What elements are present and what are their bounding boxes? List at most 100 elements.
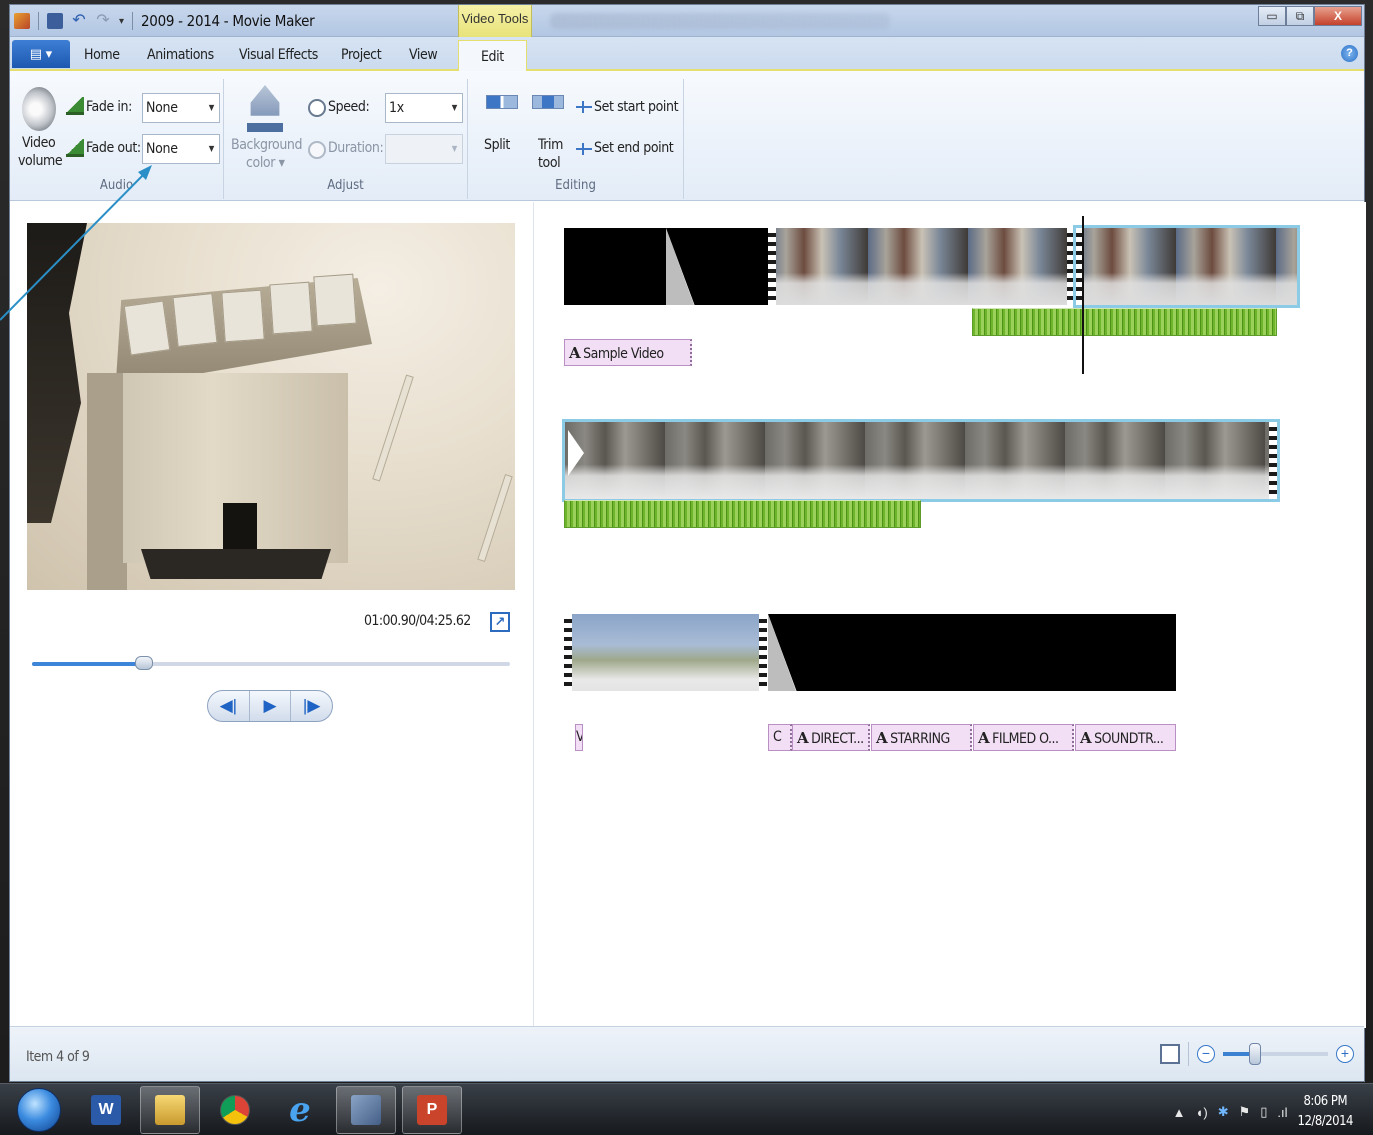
battery-icon[interactable]: ▯ <box>1260 1104 1267 1120</box>
customize-qat-chevron-icon[interactable]: ▾ <box>119 16 124 27</box>
caption-text-icon: A <box>569 344 581 362</box>
help-icon[interactable]: ? <box>1341 45 1358 62</box>
caption-direct[interactable]: A DIRECT... <box>792 724 870 751</box>
seek-bar[interactable] <box>32 656 510 670</box>
duration-dropdown[interactable]: ▼ <box>385 134 463 164</box>
main-area: 01:00.90/04:25.62 ↗ ◀| ▶ |▶ A Sample Vid… <box>10 202 1366 1028</box>
zoom-slider[interactable] <box>1223 1043 1328 1065</box>
preview-model-side <box>87 373 127 590</box>
show-hidden-icons-chevron-icon[interactable]: ▲ <box>1173 1105 1186 1120</box>
caption-soundtrack[interactable]: A SOUNDTR... <box>1075 724 1176 751</box>
tab-visual-effects[interactable]: Visual Effects <box>239 47 318 63</box>
set-end-point-button[interactable]: Set end point <box>594 140 674 156</box>
storyboard-clip-video[interactable] <box>768 228 1075 305</box>
system-tray: ▲ ◖) ✱ ⚑ ▯ .ıl 8:06 PM 12/8/2014 <box>1173 1092 1354 1132</box>
film-sprockets <box>759 614 767 691</box>
playback-controls: ◀| ▶ |▶ <box>207 690 333 722</box>
music-track-audio[interactable] <box>972 308 1277 336</box>
volume-icon[interactable]: ◖) <box>1196 1105 1208 1120</box>
caption-starring[interactable]: A STARRING <box>871 724 972 751</box>
movie-maker-app-icon[interactable] <box>14 13 30 29</box>
taskbar-file-explorer-icon[interactable] <box>140 1086 200 1134</box>
music-track-audio[interactable] <box>564 500 921 528</box>
taskbar-chrome-icon[interactable] <box>205 1086 265 1134</box>
caption-label: FILMED O... <box>992 731 1059 747</box>
blurred-background-window-title <box>550 13 890 29</box>
ribbon: Video volume Fade in: None ▼ Fade out: N… <box>10 71 1364 201</box>
tab-project[interactable]: Project <box>341 47 382 63</box>
tab-edit[interactable]: Edit <box>458 40 527 73</box>
set-end-point-icon[interactable] <box>576 143 592 155</box>
fullscreen-preview-icon[interactable]: ↗ <box>490 612 510 632</box>
caption-filmed-on[interactable]: A FILMED O... <box>973 724 1074 751</box>
file-menu-button[interactable]: ▤ ▾ <box>12 40 70 68</box>
taskbar-movie-maker-icon[interactable] <box>336 1086 396 1134</box>
qat-separator <box>38 12 39 30</box>
editing-group-label: Editing <box>555 178 596 193</box>
seek-bar-thumb[interactable] <box>135 656 154 670</box>
redo-icon[interactable]: ↷ <box>95 13 111 29</box>
next-frame-button[interactable]: |▶ <box>291 691 332 721</box>
timeline-playhead[interactable] <box>1082 216 1084 374</box>
taskbar-word-icon[interactable]: W <box>76 1086 136 1134</box>
undo-icon[interactable]: ↶ <box>71 13 87 29</box>
split-icon[interactable] <box>486 95 518 109</box>
zoom-separator <box>1188 1042 1189 1066</box>
speed-value: 1x <box>389 100 404 116</box>
storyboard-clip-video-selected[interactable] <box>1073 225 1300 308</box>
thumbnail-size-icon[interactable] <box>1160 1044 1180 1064</box>
caption-sample-video[interactable]: A Sample Video <box>564 339 692 366</box>
save-icon[interactable] <box>47 13 63 29</box>
desktop-frame: ↶ ↷ ▾ 2009 - 2014 - Movie Maker Video To… <box>0 0 1373 1135</box>
storyboard-clip-video-field[interactable] <box>564 614 767 691</box>
tab-view[interactable]: View <box>409 47 438 63</box>
caption-c[interactable]: C <box>768 724 792 751</box>
taskbar-internet-explorer-icon[interactable]: e <box>270 1086 330 1134</box>
network-signal-icon[interactable]: .ıl <box>1277 1105 1287 1120</box>
storyboard-clip-title-black[interactable] <box>564 228 666 305</box>
speed-dropdown[interactable]: 1x ▼ <box>385 93 463 123</box>
preview-model-tile <box>313 273 357 327</box>
word-icon: W <box>91 1095 121 1125</box>
taskbar-powerpoint-icon[interactable]: P <box>402 1086 462 1134</box>
split-button-label[interactable]: Split <box>484 137 510 153</box>
video-volume-label-line1[interactable]: Video <box>22 135 56 151</box>
preview-model-ramp <box>141 549 331 579</box>
background-color-label-line2[interactable]: color ▾ <box>246 155 285 171</box>
dropbox-icon[interactable]: ✱ <box>1218 1104 1229 1120</box>
seek-bar-fill <box>32 662 145 666</box>
film-sprockets <box>1067 228 1075 305</box>
set-start-point-button[interactable]: Set start point <box>594 99 679 115</box>
fade-in-dropdown[interactable]: None ▼ <box>142 93 220 123</box>
play-button[interactable]: ▶ <box>250 691 292 721</box>
set-start-point-icon[interactable] <box>576 101 592 113</box>
previous-frame-button[interactable]: ◀| <box>208 691 250 721</box>
tab-home[interactable]: Home <box>84 47 120 63</box>
windows-taskbar: W e P ▲ ◖) ✱ ⚑ ▯ .ıl 8:06 PM 12/8/2014 <box>0 1083 1373 1135</box>
ribbon-tab-row: ▤ ▾ Home Animations Visual Effects Proje… <box>10 37 1364 73</box>
trim-tool-label-line2[interactable]: tool <box>538 155 561 171</box>
film-sprockets <box>564 614 572 691</box>
caption-text-icon: A <box>978 729 990 747</box>
film-sprockets <box>768 228 776 305</box>
zoom-out-button[interactable]: − <box>1197 1045 1215 1063</box>
caption-v[interactable]: V <box>575 724 583 751</box>
trim-tool-icon[interactable] <box>532 95 564 109</box>
action-center-flag-icon[interactable]: ⚑ <box>1239 1104 1251 1120</box>
zoom-in-button[interactable]: + <box>1336 1045 1354 1063</box>
zoom-slider-thumb[interactable] <box>1248 1043 1261 1065</box>
background-color-label-line1[interactable]: Background <box>231 137 303 153</box>
restore-button[interactable]: ⧉ <box>1286 6 1314 26</box>
start-button[interactable] <box>17 1088 61 1132</box>
storyboard-clip-credits-black[interactable] <box>768 614 1176 691</box>
preview-model-tile <box>221 289 265 343</box>
video-volume-speaker-icon[interactable] <box>22 87 56 131</box>
taskbar-clock[interactable]: 8:06 PM 12/8/2014 <box>1298 1092 1354 1132</box>
close-button[interactable]: X <box>1314 6 1362 26</box>
caption-text-icon: A <box>1080 729 1092 747</box>
tab-animations[interactable]: Animations <box>147 47 214 63</box>
minimize-button[interactable]: ▭ <box>1258 6 1286 26</box>
transition-indicator <box>568 430 584 476</box>
trim-tool-label-line1[interactable]: Trim <box>538 137 563 153</box>
storyboard-clip-video-long[interactable] <box>562 419 1280 502</box>
